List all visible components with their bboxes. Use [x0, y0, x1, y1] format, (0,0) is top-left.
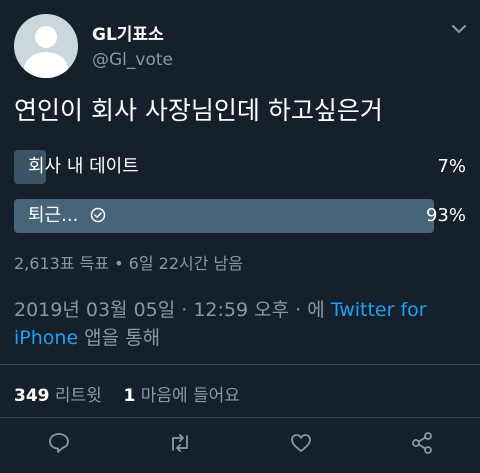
user-handle[interactable]: @Gl_vote [92, 50, 173, 70]
retweet-icon[interactable] [167, 430, 193, 456]
timestamp-date: 2019년 03월 05일 · 12:59 오후 · 에 [14, 299, 331, 321]
divider [0, 364, 480, 365]
divider [0, 417, 480, 418]
avatar[interactable] [14, 14, 78, 78]
like-count[interactable]: 1 [123, 386, 135, 406]
poll-meta: 2,613표 득표 • 6일 22시간 남음 [14, 254, 243, 273]
like-icon[interactable] [288, 430, 314, 456]
retweet-count[interactable]: 349 [14, 386, 50, 406]
poll-option-label-wrap: 퇴근... [28, 199, 106, 233]
retweet-label[interactable]: 리트윗 [55, 386, 102, 406]
share-icon[interactable] [409, 430, 435, 456]
check-circle-icon [90, 207, 106, 223]
display-name[interactable]: GL기표소 [92, 20, 164, 45]
chevron-down-icon[interactable] [450, 22, 468, 36]
poll-option-percent: 93% [425, 205, 466, 226]
poll-option-2: 퇴근... 93% [14, 199, 466, 233]
poll-option-label: 회사 내 데이트 [28, 156, 139, 177]
reply-icon[interactable] [46, 430, 72, 456]
timestamp-suffix: 앱을 통해 [78, 327, 161, 349]
tweet-timestamp: 2019년 03월 05일 · 12:59 오후 · 에 Twitter for… [14, 296, 469, 352]
poll-option-1: 회사 내 데이트 7% [14, 150, 466, 184]
avatar-default-body [24, 52, 68, 78]
poll-option-percent: 7% [437, 156, 466, 177]
like-label[interactable]: 마음에 들어요 [141, 386, 240, 406]
poll-option-label: 퇴근... [28, 205, 79, 226]
tweet-stats: 349 리트윗 1 마음에 들어요 [14, 381, 240, 406]
action-bar [0, 428, 480, 460]
tweet-header: GL기표소 @Gl_vote [0, 0, 480, 80]
avatar-default-head [35, 26, 57, 48]
tweet-text: 연인이 회사 사장님인데 하고싶은거 [14, 96, 383, 125]
